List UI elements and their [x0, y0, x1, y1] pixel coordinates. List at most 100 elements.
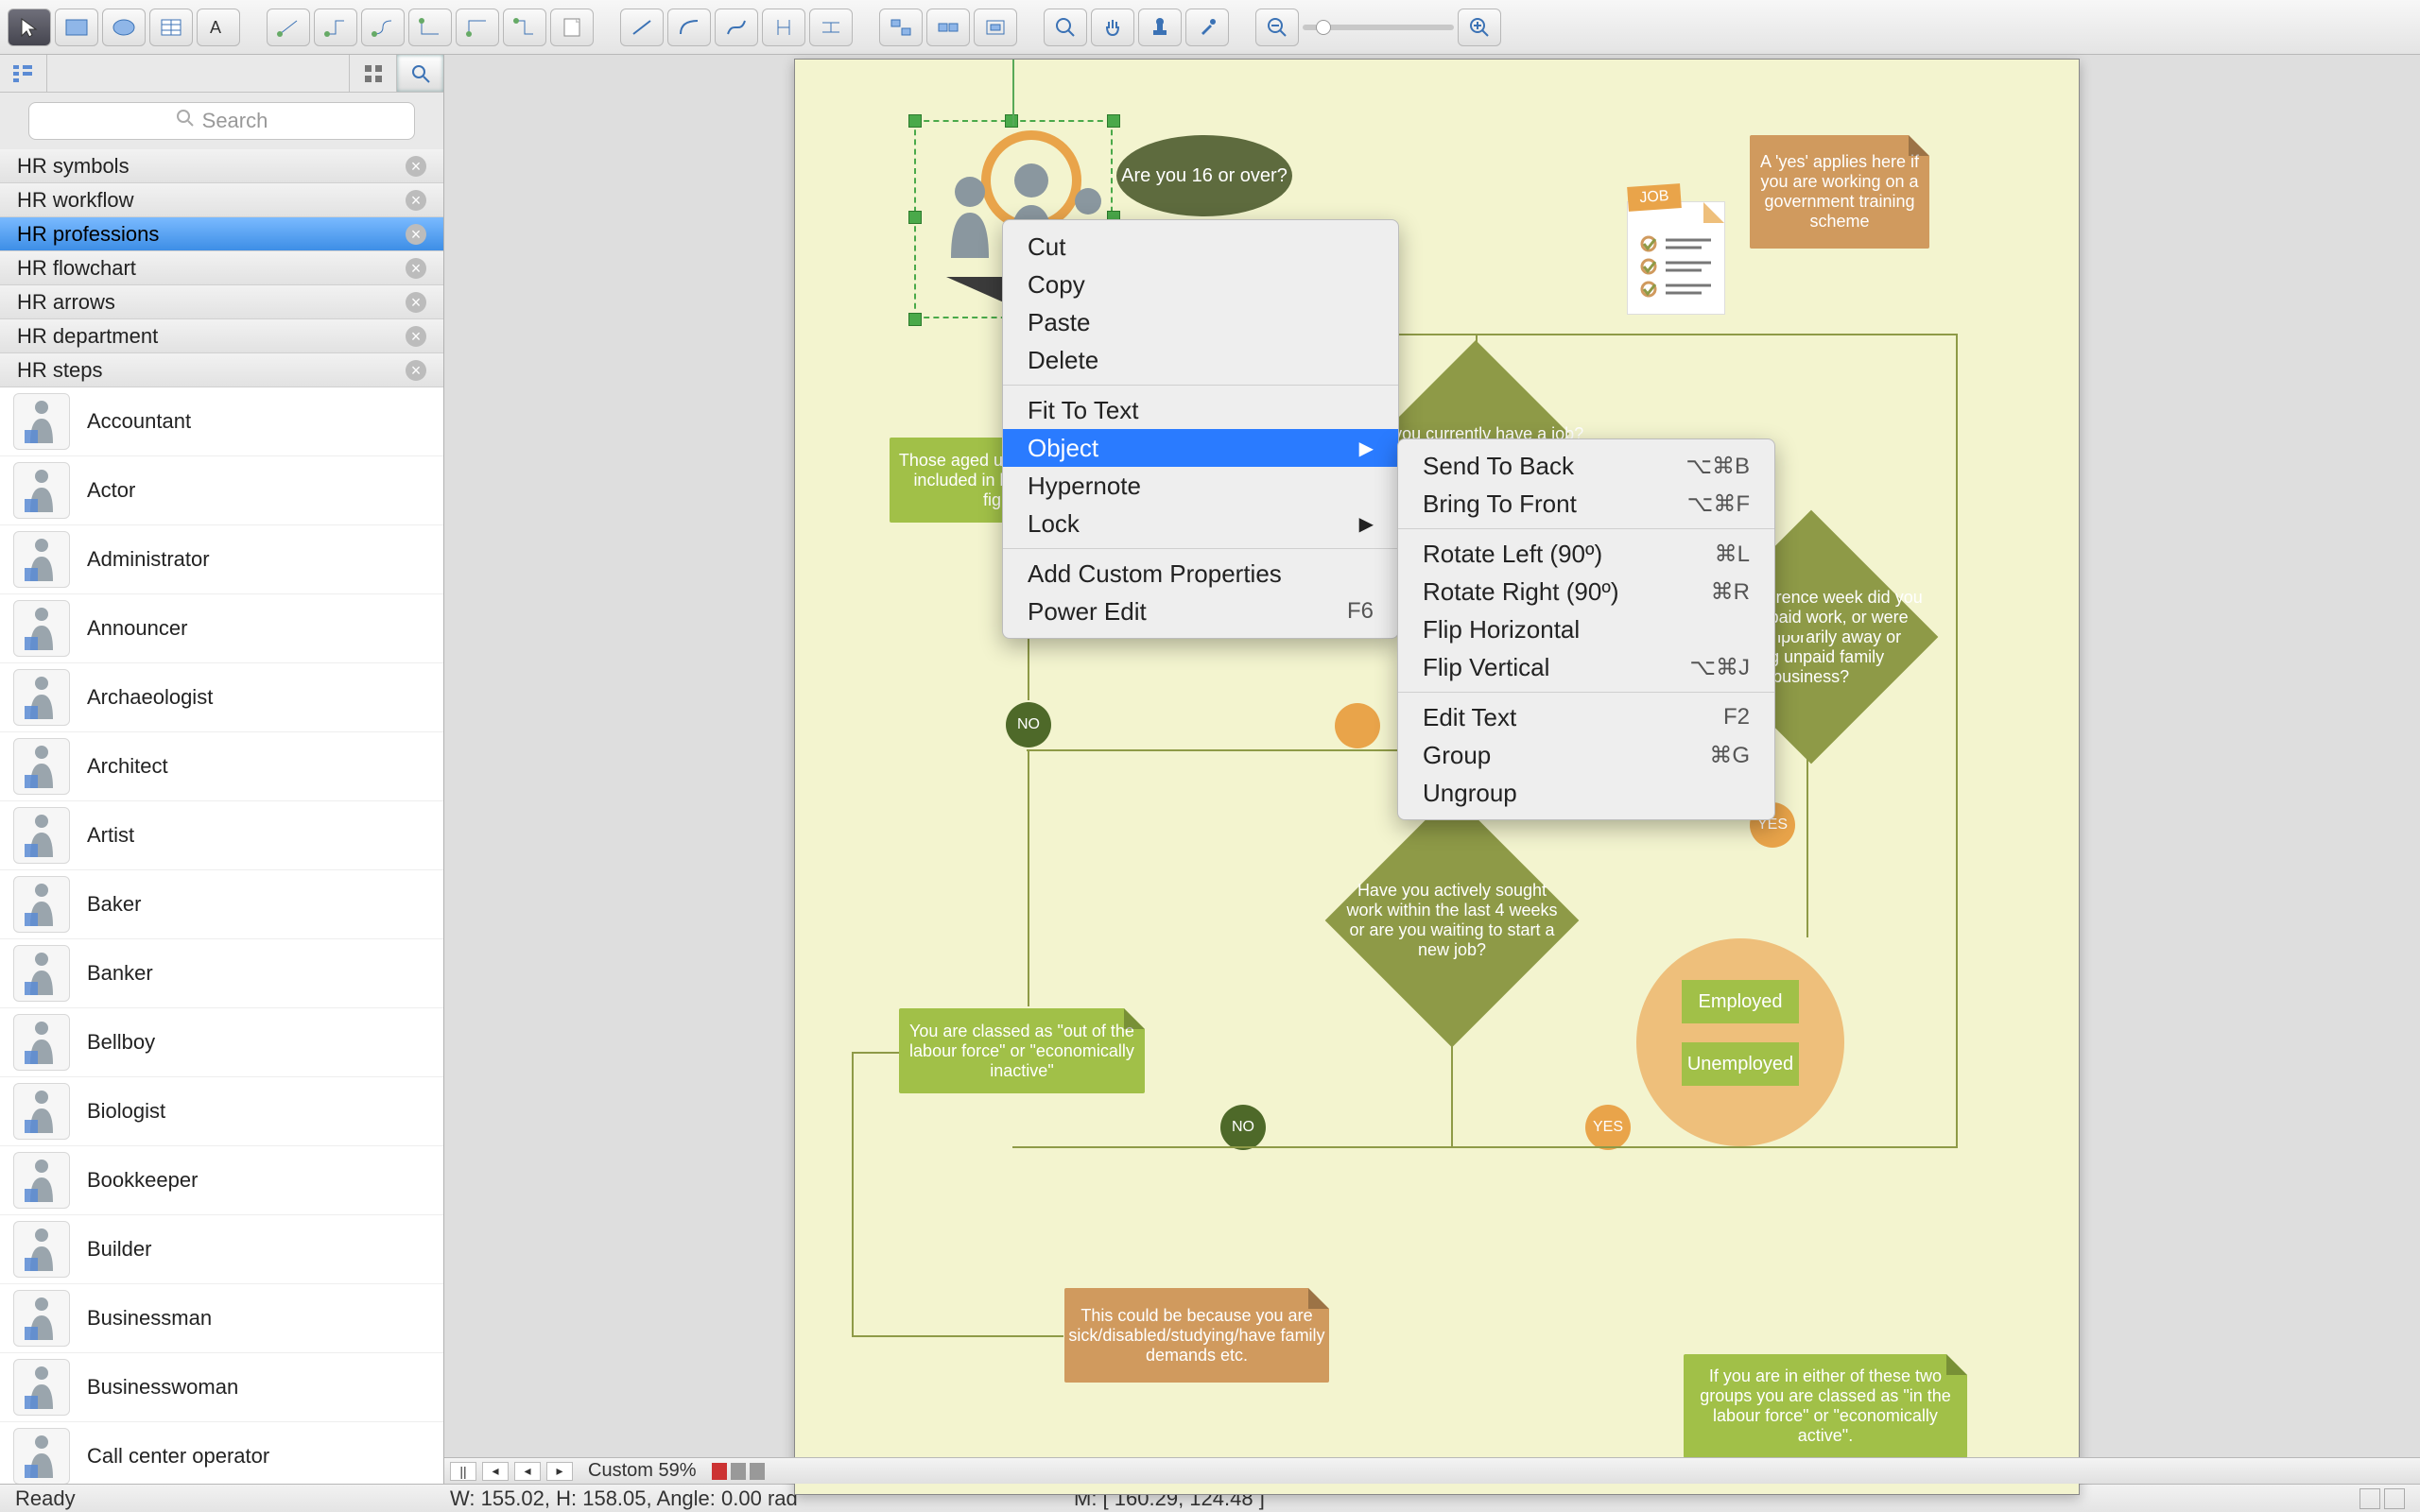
- close-icon[interactable]: ×: [406, 258, 426, 279]
- library-item[interactable]: Accountant: [0, 387, 443, 456]
- category-row[interactable]: HR steps×: [0, 353, 443, 387]
- close-icon[interactable]: ×: [406, 292, 426, 313]
- pan-tool[interactable]: [1091, 9, 1134, 46]
- zoom-slider[interactable]: [1303, 9, 1454, 46]
- close-icon[interactable]: ×: [406, 360, 426, 381]
- library-item[interactable]: Announcer: [0, 594, 443, 663]
- search-view-icon[interactable]: [396, 55, 443, 92]
- menu-item[interactable]: Rotate Right (90º)⌘R: [1398, 573, 1774, 610]
- note-reason[interactable]: This could be because you are sick/disab…: [1064, 1288, 1329, 1383]
- line-tool[interactable]: [620, 9, 664, 46]
- library-item[interactable]: Bellboy: [0, 1008, 443, 1077]
- menu-item[interactable]: Paste: [1003, 303, 1398, 341]
- connector-direct[interactable]: [267, 9, 310, 46]
- menu-item[interactable]: Ungroup: [1398, 774, 1774, 812]
- menu-item[interactable]: Add Custom Properties: [1003, 555, 1398, 593]
- spline-tool[interactable]: [715, 9, 758, 46]
- employed-box[interactable]: Employed: [1682, 980, 1799, 1023]
- selection-handle[interactable]: [1107, 114, 1120, 128]
- scroll-prev-icon[interactable]: ◂: [514, 1462, 541, 1481]
- ellipse-tool[interactable]: [102, 9, 146, 46]
- category-row[interactable]: HR arrows×: [0, 285, 443, 319]
- no-circle[interactable]: NO: [1220, 1105, 1266, 1150]
- close-icon[interactable]: ×: [406, 156, 426, 177]
- connector-l1[interactable]: [408, 9, 452, 46]
- library-item[interactable]: Builder: [0, 1215, 443, 1284]
- library-item[interactable]: Baker: [0, 870, 443, 939]
- align-tool2[interactable]: [926, 9, 970, 46]
- category-row[interactable]: HR professions×: [0, 217, 443, 251]
- zoom-out-button[interactable]: [1255, 9, 1299, 46]
- job-card[interactable]: JOB: [1627, 201, 1725, 315]
- scroll-next-icon[interactable]: ▸: [546, 1462, 573, 1481]
- library-item[interactable]: Call center operator: [0, 1422, 443, 1484]
- stamp-tool[interactable]: [1138, 9, 1182, 46]
- search-input[interactable]: Search: [28, 102, 415, 140]
- rect-tool[interactable]: [55, 9, 98, 46]
- library-item[interactable]: Archaeologist: [0, 663, 443, 732]
- unemployed-box[interactable]: Unemployed: [1682, 1042, 1799, 1086]
- dim-h-tool[interactable]: [809, 9, 853, 46]
- connector-round[interactable]: [361, 9, 405, 46]
- context-menu[interactable]: CutCopyPasteDelete Fit To TextObject▶Hype…: [1002, 219, 1399, 639]
- category-row[interactable]: HR symbols×: [0, 149, 443, 183]
- selection-handle[interactable]: [908, 313, 922, 326]
- library-item[interactable]: Businessman: [0, 1284, 443, 1353]
- grid-view-icon[interactable]: [349, 55, 396, 92]
- note-yes-scheme[interactable]: A 'yes' applies here if you are working …: [1750, 135, 1929, 249]
- note-out-force[interactable]: You are classed as "out of the labour fo…: [899, 1008, 1145, 1093]
- decision-sought[interactable]: Have you actively sought work within the…: [1325, 794, 1580, 1048]
- menu-item[interactable]: Delete: [1003, 341, 1398, 379]
- object-submenu[interactable]: Send To Back⌥⌘BBring To Front⌥⌘F Rotate L…: [1397, 438, 1775, 820]
- menu-item[interactable]: Cut: [1003, 228, 1398, 266]
- start-node[interactable]: Are you 16 or over?: [1116, 135, 1292, 216]
- library-tree-icon[interactable]: [0, 55, 47, 92]
- menu-item[interactable]: Flip Vertical⌥⌘J: [1398, 648, 1774, 686]
- category-row[interactable]: HR department×: [0, 319, 443, 353]
- library-item[interactable]: Actor: [0, 456, 443, 525]
- zoom-level-label[interactable]: Custom 59%: [579, 1460, 706, 1482]
- category-row[interactable]: HR workflow×: [0, 183, 443, 217]
- zoom-tool[interactable]: [1044, 9, 1087, 46]
- menu-item[interactable]: Rotate Left (90º)⌘L: [1398, 535, 1774, 573]
- menu-item[interactable]: Bring To Front⌥⌘F: [1398, 485, 1774, 523]
- scroll-first-icon[interactable]: ◂: [482, 1462, 509, 1481]
- connector-l2[interactable]: [456, 9, 499, 46]
- menu-item[interactable]: Fit To Text: [1003, 391, 1398, 429]
- dim-v-tool[interactable]: [762, 9, 805, 46]
- partial-orange-circle[interactable]: [1335, 703, 1380, 748]
- note-either[interactable]: If you are in either of these two groups…: [1684, 1354, 1967, 1458]
- zoom-in-button[interactable]: [1458, 9, 1501, 46]
- library-item[interactable]: Administrator: [0, 525, 443, 594]
- connector-l3[interactable]: [503, 9, 546, 46]
- close-icon[interactable]: ×: [406, 326, 426, 347]
- library-item[interactable]: Biologist: [0, 1077, 443, 1146]
- menu-item[interactable]: Edit TextF2: [1398, 698, 1774, 736]
- close-icon[interactable]: ×: [406, 190, 426, 211]
- menu-item[interactable]: Hypernote: [1003, 467, 1398, 505]
- menu-item[interactable]: Copy: [1003, 266, 1398, 303]
- library-item[interactable]: Architect: [0, 732, 443, 801]
- menu-item[interactable]: Send To Back⌥⌘B: [1398, 447, 1774, 485]
- menu-item[interactable]: Power EditF6: [1003, 593, 1398, 630]
- library-item[interactable]: Businesswoman: [0, 1353, 443, 1422]
- no-circle[interactable]: NO: [1006, 702, 1051, 747]
- library-item[interactable]: Artist: [0, 801, 443, 870]
- yes-circle[interactable]: YES: [1585, 1105, 1631, 1150]
- status-icon[interactable]: [2360, 1488, 2380, 1509]
- canvas-area[interactable]: Are you 16 or over? A 'yes' applies here…: [444, 55, 2420, 1484]
- dropper-tool[interactable]: [1185, 9, 1229, 46]
- close-icon[interactable]: ×: [406, 224, 426, 245]
- library-item[interactable]: Banker: [0, 939, 443, 1008]
- status-icon[interactable]: [2384, 1488, 2405, 1509]
- page-insert-tool[interactable]: [550, 9, 594, 46]
- menu-item[interactable]: Group⌘G: [1398, 736, 1774, 774]
- table-tool[interactable]: [149, 9, 193, 46]
- scroll-stop-icon[interactable]: ||: [450, 1462, 476, 1481]
- align-tool3[interactable]: [974, 9, 1017, 46]
- menu-item[interactable]: Object▶: [1003, 429, 1398, 467]
- connector-smart[interactable]: [314, 9, 357, 46]
- menu-item[interactable]: Lock▶: [1003, 505, 1398, 542]
- align-tool1[interactable]: [879, 9, 923, 46]
- select-tool[interactable]: [8, 9, 51, 46]
